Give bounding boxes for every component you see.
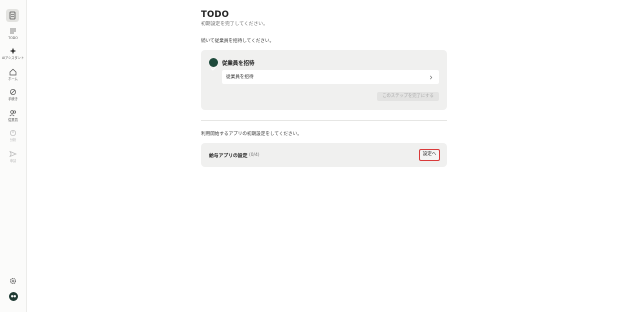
sidebar-item-label: 分析 [9, 138, 17, 142]
procedure-icon [10, 89, 16, 95]
step-title: 従業員を招待 [222, 61, 255, 67]
document-icon [9, 11, 16, 20]
analytics-icon [9, 129, 17, 137]
page-subtitle: 初期設定を完了してください。 [201, 22, 268, 27]
complete-step-button[interactable]: このステップを完了にする [377, 92, 439, 101]
goto-settings-button[interactable]: 設定へ [419, 149, 440, 161]
section-label-apps: 利用開始するアプリの初期設定をしてください。 [201, 132, 302, 137]
check-circle-icon [209, 58, 218, 71]
invite-step-card: 従業員を招待 従業員を招待 このステップを完了にする [201, 50, 447, 110]
invite-employees-link[interactable]: 従業員を招待 [222, 70, 439, 84]
sparkle-icon [9, 47, 17, 55]
sidebar-item-label: TODO [8, 36, 18, 40]
payroll-app-setup-row: 給与アプリの設定 (0/4) 設定へ [201, 143, 447, 167]
sidebar-item-requests[interactable]: 申請 [0, 150, 26, 163]
page-title: TODO [201, 10, 230, 20]
invite-row-label: 従業員を招待 [226, 75, 254, 80]
gear-icon[interactable] [9, 277, 17, 285]
sidebar-item-todo[interactable]: TODO [0, 27, 26, 40]
employees-icon [9, 110, 17, 117]
sidebar-item-ai-assistant[interactable]: AIアシスタント [0, 47, 26, 60]
todo-list-icon [10, 28, 16, 34]
sidebar-item-label: 従業員 [8, 118, 18, 122]
section-label-invite: 続いて従業員を招待してください。 [201, 39, 275, 44]
sidebar-item-label: 手続き [8, 97, 18, 101]
sidebar-item-label: ホーム [8, 77, 18, 81]
divider [201, 120, 447, 121]
home-icon [9, 68, 17, 76]
chevron-right-icon [429, 75, 433, 79]
sidebar: TODO AIアシスタント ホーム 手続き 従業員 分析 申請 ●● [0, 0, 27, 312]
progress-count: (0/4) [249, 152, 260, 158]
sidebar-item-label: AIアシスタント [1, 56, 25, 60]
sidebar-item-home[interactable]: ホーム [0, 68, 26, 81]
send-icon [9, 150, 17, 158]
payroll-setup-title: 給与アプリの設定 [209, 154, 248, 159]
sidebar-item-analytics[interactable]: 分析 [0, 129, 26, 142]
avatar[interactable]: ●● [9, 292, 18, 301]
sidebar-item-employees[interactable]: 従業員 [0, 109, 26, 122]
app-logo[interactable] [6, 9, 19, 22]
sidebar-item-procedures[interactable]: 手続き [0, 88, 26, 101]
sidebar-item-label: 申請 [9, 159, 17, 163]
